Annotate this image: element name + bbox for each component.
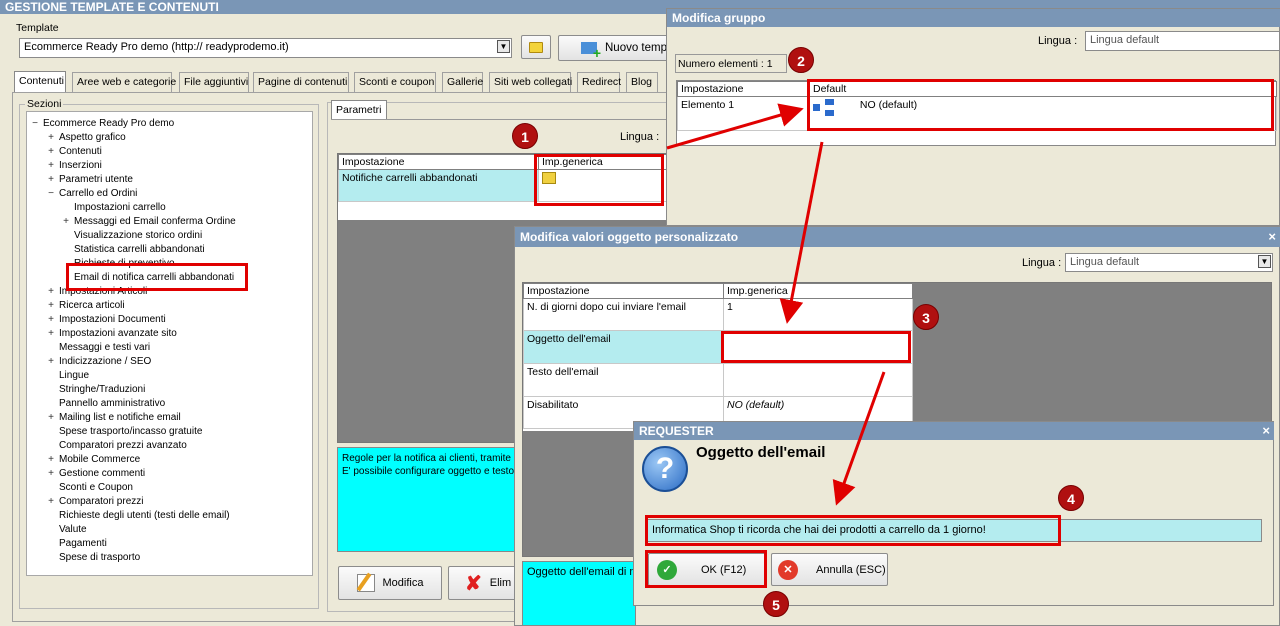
arrow-1-2 [666,103,804,150]
step-badge-1: 1 [512,123,538,149]
arrow-3-4 [832,371,886,506]
step-badge-2: 2 [788,47,814,73]
arrow-2-3 [779,141,824,324]
step-badge-5: 5 [763,591,789,617]
arrows-overlay [666,103,886,506]
step-badge-3: 3 [913,304,939,330]
step-badge-4: 4 [1058,485,1084,511]
